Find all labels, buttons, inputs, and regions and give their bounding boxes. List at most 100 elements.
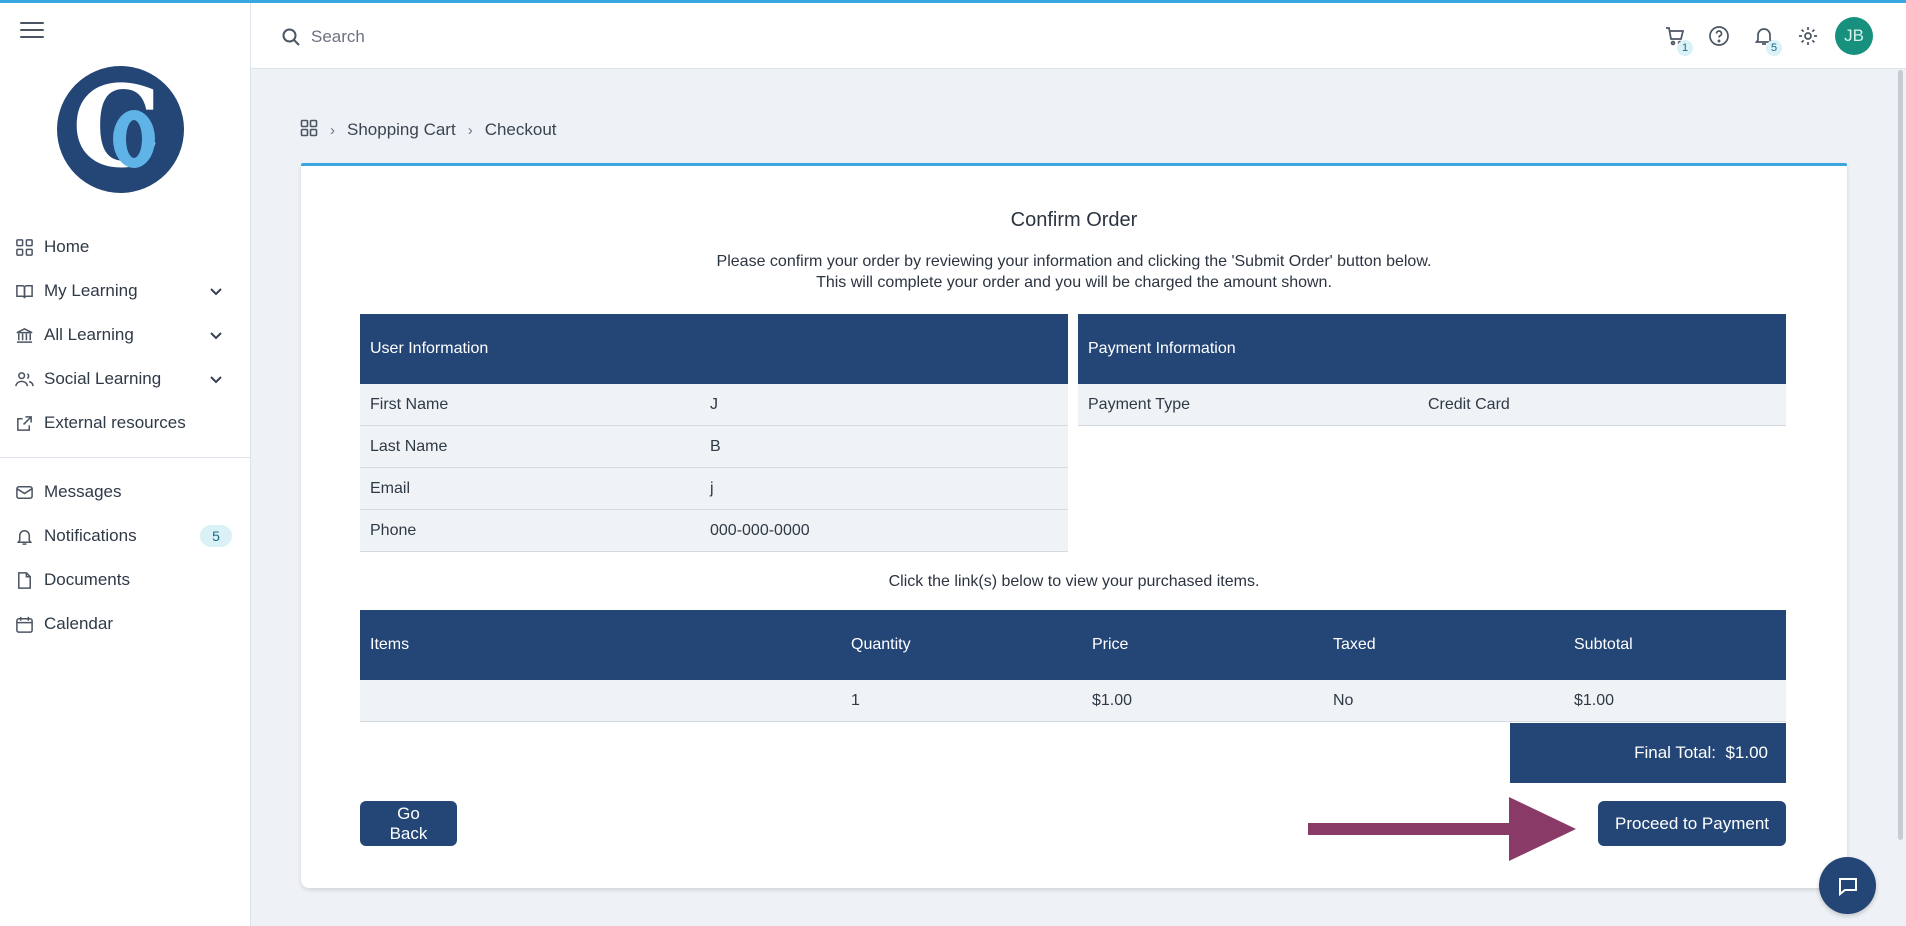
sidebar-divider: [0, 457, 250, 458]
payment-type-value: Credit Card: [1428, 395, 1510, 413]
cart-button[interactable]: 1: [1664, 25, 1693, 56]
order-instructions: Please confirm your order by reviewing y…: [301, 251, 1847, 293]
scrollbar-thumb[interactable]: [1898, 70, 1903, 840]
first-name-label: First Name: [370, 395, 449, 413]
sidebar-item-label: Social Learning: [44, 369, 162, 388]
avatar[interactable]: JB: [1835, 17, 1873, 55]
grid-icon[interactable]: [300, 119, 318, 142]
email-label: Email: [370, 479, 411, 497]
notifications-badge: 5: [200, 525, 232, 547]
table-row: 1 $1.00 No $1.00: [360, 680, 1786, 722]
column-header-subtotal: Subtotal: [1574, 636, 1633, 653]
last-name-value: B: [710, 437, 721, 455]
table-row: Last Name B: [360, 426, 1068, 468]
table-row: First Name J: [360, 384, 1068, 426]
sidebar-item-documents[interactable]: Documents: [0, 558, 250, 602]
phone-value: 000-000-0000: [710, 521, 810, 539]
sidebar-item-label: Home: [44, 237, 90, 256]
page-title: Confirm Order: [1010, 209, 1138, 231]
breadcrumb: › Shopping Cart › Checkout: [300, 118, 557, 142]
gear-icon: [1799, 27, 1817, 45]
column-header-items: Items: [370, 636, 410, 653]
users-icon: [14, 369, 34, 389]
calendar-icon: [14, 614, 34, 634]
final-total: Final Total: $1.00: [1510, 723, 1786, 783]
search-input[interactable]: [311, 21, 811, 53]
checkout-card: Confirm Order Please confirm your order …: [301, 163, 1847, 888]
chevron-down-icon[interactable]: [208, 327, 224, 343]
item-price: $1.00: [1092, 691, 1133, 709]
items-table-header: Items Quantity Price Taxed Subtotal: [360, 610, 1786, 680]
sidebar-item-label: Documents: [44, 570, 130, 589]
notifications-button[interactable]: 5: [1753, 25, 1782, 56]
external-link-icon: [14, 413, 34, 433]
sidebar-item-calendar[interactable]: Calendar: [0, 602, 250, 646]
top-header: 1 5 JB: [251, 3, 1906, 69]
sidebar-item-all-learning[interactable]: All Learning: [0, 313, 250, 357]
payment-information-table: Payment Information Payment Type Credit …: [1078, 314, 1786, 426]
help-button[interactable]: [1708, 25, 1732, 49]
item-subtotal: $1.00: [1574, 691, 1615, 709]
logo: C: [57, 66, 184, 193]
sidebar-item-label: All Learning: [44, 325, 134, 344]
items-hint: Click the link(s) below to view your pur…: [888, 573, 1260, 590]
instructions-line-2: This will complete your order and you wi…: [816, 274, 1332, 291]
final-total-value: $1.00: [1725, 743, 1768, 762]
sidebar-item-label: Notifications: [44, 526, 137, 545]
breadcrumb-shopping-cart[interactable]: Shopping Cart: [347, 120, 456, 140]
column-header-taxed: Taxed: [1333, 636, 1376, 653]
sidebar-item-messages[interactable]: Messages: [0, 470, 250, 514]
chevron-down-icon[interactable]: [208, 371, 224, 387]
proceed-to-payment-button[interactable]: Proceed to Payment: [1598, 801, 1786, 846]
table-row: Email j: [360, 468, 1068, 510]
payment-type-label: Payment Type: [1088, 395, 1190, 413]
final-total-label: Final Total:: [1634, 743, 1716, 762]
sidebar-item-label: Calendar: [44, 614, 113, 633]
sidebar-item-home[interactable]: Home: [0, 225, 250, 269]
chat-icon: [1838, 877, 1857, 896]
breadcrumb-checkout: Checkout: [484, 120, 557, 139]
instructions-line-1: Please confirm your order by reviewing y…: [716, 253, 1432, 270]
sidebar-item-social-learning[interactable]: Social Learning: [0, 357, 250, 401]
sidebar: C Home My Learning All Learning Social L…: [0, 0, 251, 926]
column-header-quantity: Quantity: [851, 636, 911, 653]
top-accent-line: [0, 0, 1906, 3]
item-taxed: No: [1333, 691, 1354, 709]
table-row: Payment Type Credit Card: [1078, 384, 1786, 426]
sidebar-item-external-resources[interactable]: External resources: [0, 401, 250, 445]
item-quantity: 1: [851, 691, 860, 709]
last-name-label: Last Name: [370, 437, 448, 455]
sidebar-item-notifications[interactable]: Notifications 5: [0, 514, 250, 558]
column-header-price: Price: [1092, 636, 1129, 653]
user-information-table: User Information First Name J Last Name …: [360, 314, 1068, 552]
grid-icon: [14, 237, 34, 257]
table-row: Phone 000-000-0000: [360, 510, 1068, 552]
first-name-value: J: [710, 395, 718, 413]
annotation-arrow-icon: [1308, 797, 1576, 861]
email-value: j: [710, 479, 714, 497]
phone-label: Phone: [370, 521, 417, 539]
notifications-badge: 5: [1766, 40, 1782, 56]
document-icon: [14, 570, 34, 590]
menu-icon[interactable]: [20, 22, 44, 40]
chat-button[interactable]: [1819, 857, 1876, 914]
settings-button[interactable]: [1797, 25, 1821, 49]
bell-icon: [14, 526, 34, 546]
chevron-down-icon[interactable]: [208, 283, 224, 299]
mail-icon: [14, 482, 34, 502]
help-icon: [1709, 26, 1729, 46]
payment-information-heading: Payment Information: [1078, 314, 1786, 384]
search-icon: [281, 27, 301, 47]
sidebar-item-label: External resources: [44, 413, 186, 432]
chevron-right-icon: ›: [467, 121, 473, 139]
go-back-button[interactable]: Go Back: [360, 801, 457, 846]
bank-icon: [14, 325, 34, 345]
chevron-right-icon: ›: [330, 121, 335, 139]
book-icon: [14, 281, 34, 301]
user-information-heading: User Information: [360, 314, 1068, 384]
sidebar-item-label: Messages: [44, 482, 122, 501]
sidebar-item-label: My Learning: [44, 281, 138, 300]
items-table: Items Quantity Price Taxed Subtotal 1 $1…: [360, 610, 1786, 722]
sidebar-nav: Home My Learning All Learning Social Lea…: [0, 225, 250, 646]
sidebar-item-my-learning[interactable]: My Learning: [0, 269, 250, 313]
